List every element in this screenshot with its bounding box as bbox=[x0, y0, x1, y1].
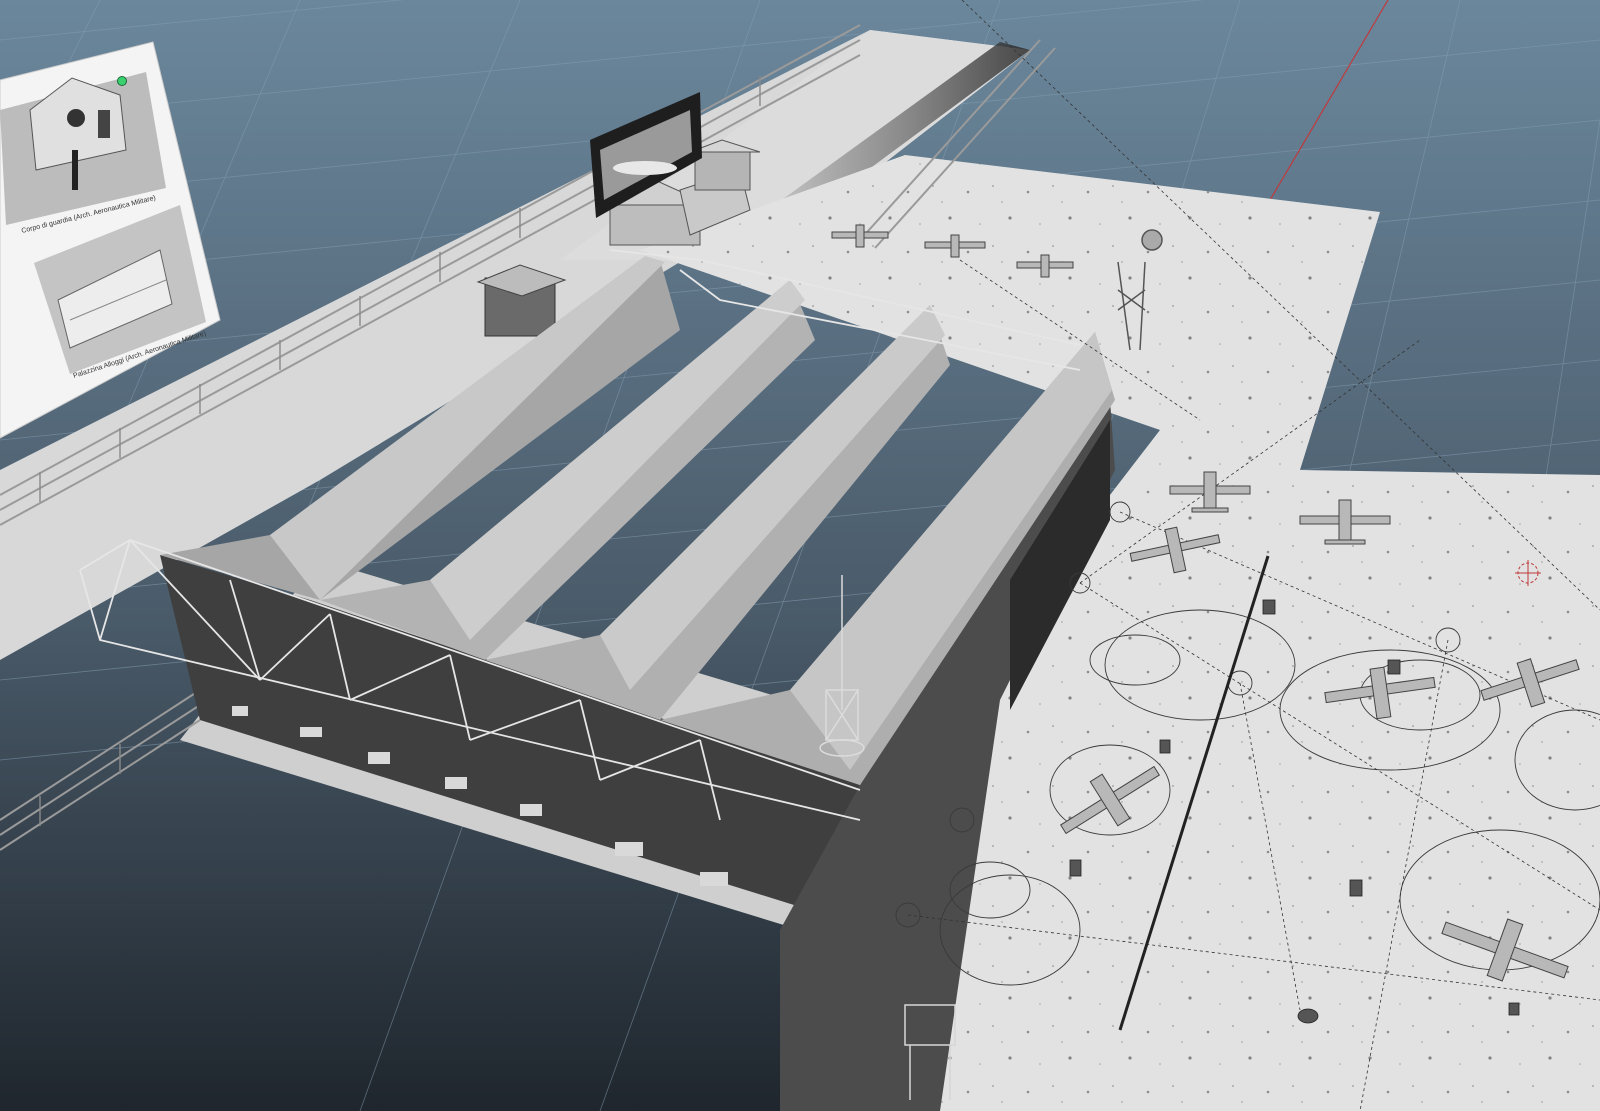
3d-viewport[interactable]: Corpo di guardia (Arch. Aeronautica Mili… bbox=[0, 0, 1600, 1111]
selection-dot bbox=[117, 76, 127, 86]
